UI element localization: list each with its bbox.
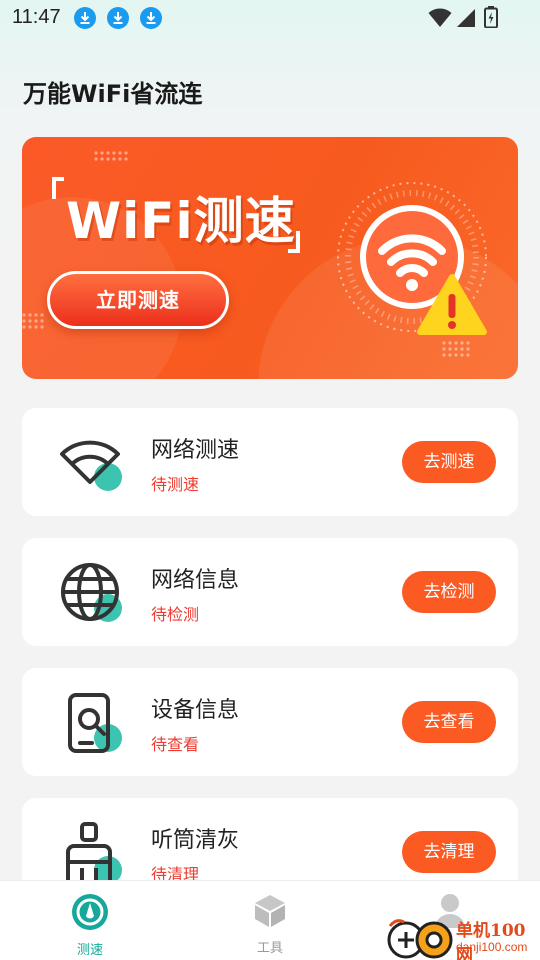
box-icon xyxy=(255,895,285,927)
globe-icon xyxy=(61,563,122,622)
card-title: 设备信息 xyxy=(151,698,240,723)
download-icon xyxy=(74,7,96,29)
card-device-info[interactable]: 设备信息 待查看 去查看 xyxy=(22,668,518,776)
start-speed-test-button[interactable]: 立即测速 xyxy=(47,271,229,329)
nav-label: 测速 xyxy=(76,943,103,958)
dots-decoration xyxy=(94,151,128,161)
dots-decoration xyxy=(442,341,470,357)
network-check-button[interactable]: 去检测 xyxy=(402,571,496,613)
nav-label: 工具 xyxy=(256,941,283,956)
view-device-button[interactable]: 去查看 xyxy=(402,701,496,743)
card-title: 网络信息 xyxy=(151,568,240,593)
wifi-speed-test-banner[interactable]: WiFi测速 立即测速 xyxy=(22,137,518,379)
wifi-icon xyxy=(60,440,122,491)
speed-test-button[interactable]: 去测速 xyxy=(402,441,496,483)
download-icon xyxy=(140,7,162,29)
clean-button[interactable]: 去清理 xyxy=(402,831,496,873)
bracket-decoration xyxy=(52,177,64,199)
watermark-url: danji100.com xyxy=(456,940,528,954)
card-status: 待查看 xyxy=(151,735,200,754)
card-status: 待检测 xyxy=(151,605,200,624)
status-time: 11:47 xyxy=(12,6,61,28)
speedometer-icon xyxy=(72,894,108,930)
battery-icon xyxy=(484,6,498,28)
wifi-warning-icon xyxy=(337,182,487,335)
broom-icon xyxy=(66,822,122,884)
card-title: 听筒清灰 xyxy=(151,828,240,853)
download-icon xyxy=(107,7,129,29)
device-search-icon xyxy=(68,693,122,753)
dots-decoration xyxy=(22,313,44,329)
card-network-speed[interactable]: 网络测速 待测速 去测速 xyxy=(22,408,518,516)
card-status: 待测速 xyxy=(151,475,200,494)
status-bar: 11:47 xyxy=(0,0,540,36)
watermark: 单机100网 danji100.com xyxy=(386,916,540,960)
wifi-icon xyxy=(428,8,452,27)
nav-tab-speed[interactable]: 测速 xyxy=(50,893,130,958)
nav-tab-tools[interactable]: 工具 xyxy=(230,893,310,956)
card-network-info[interactable]: 网络信息 待检测 去检测 xyxy=(22,538,518,646)
bracket-decoration xyxy=(288,231,300,253)
app-title: 万能WiFi省流连 xyxy=(23,80,203,108)
signal-icon xyxy=(457,9,475,27)
watermark-logo-icon xyxy=(387,919,453,959)
banner-title: WiFi测速 xyxy=(66,192,296,250)
card-title: 网络测速 xyxy=(151,438,240,463)
